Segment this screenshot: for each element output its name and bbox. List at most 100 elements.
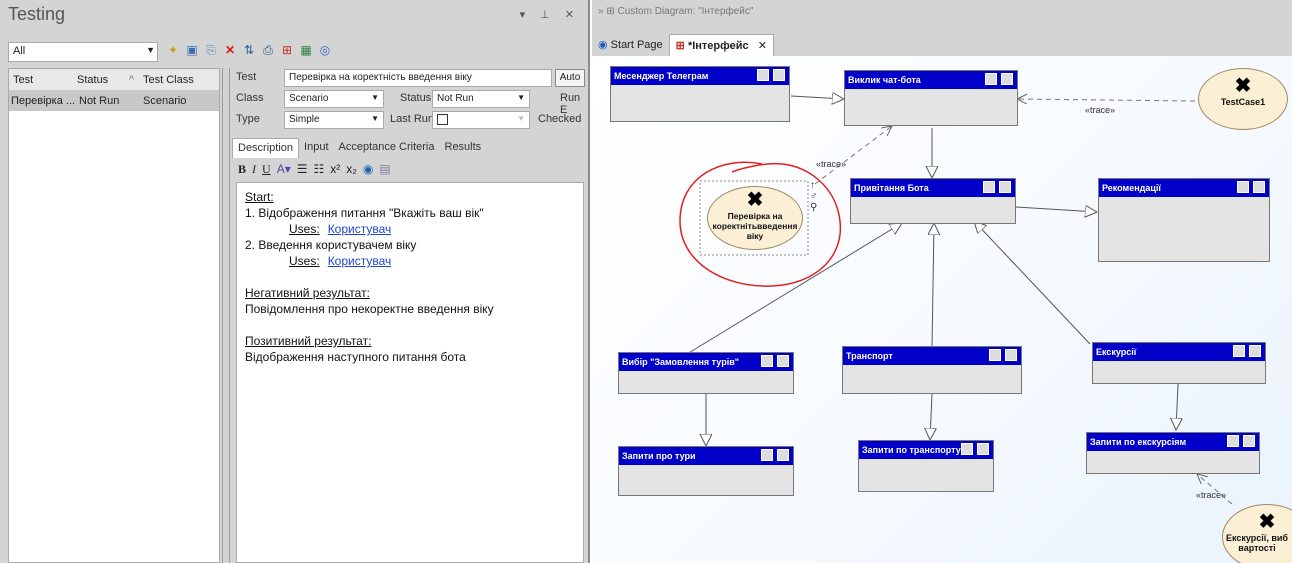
class-excursion-queries[interactable]: Запити по екскурсіям [1086,432,1260,474]
tab-input[interactable]: Input [299,138,333,158]
superscript-button[interactable]: x² [330,162,340,176]
trace-connector[interactable] [1017,99,1196,101]
connector[interactable] [932,223,934,349]
class-button[interactable] [1249,345,1261,357]
testcase-tc1[interactable]: ✖ TestCase1 [1198,68,1288,130]
delete-icon[interactable]: ✕ [222,42,238,58]
last-run-checkbox[interactable] [437,114,448,125]
new-icon[interactable]: ✦ [165,42,181,58]
testcase-icon: ✖ [746,189,764,211]
description-editor[interactable]: Start: 1. Відображення питання "Вкажіть … [236,182,584,563]
class-messenger[interactable]: Месенджер Телеграм [610,66,790,122]
class-button[interactable] [761,355,773,367]
type-label: Type [236,113,260,125]
connector[interactable] [1176,383,1178,430]
diagram-canvas[interactable]: «trace» «trace» «trace» Месенджер Телегр… [592,56,1292,563]
report-icon[interactable]: ▦ [298,42,314,58]
tab-acceptance-criteria[interactable]: Acceptance Criteria [334,138,440,158]
class-recommendations[interactable]: Рекомендації [1098,178,1270,262]
class-select[interactable]: Scenario ▼ [284,90,384,108]
bullet-list-button[interactable]: ☰ [297,162,308,176]
tab-start-page[interactable]: ◉ Start Page [592,34,669,56]
user-link[interactable]: Користувач [328,254,392,268]
testcase-age[interactable]: ✖ Перевірка на коректнітьвведення віку [707,186,803,250]
test-name-input[interactable]: Перевірка на коректність введення віку [284,69,552,87]
tab-description[interactable]: Description [232,138,300,158]
bold-button[interactable]: B [238,162,246,177]
auto-button[interactable]: Auto [555,69,585,87]
sort-icon[interactable]: ⇅ [241,42,257,58]
type-select[interactable]: Simple ▼ [284,111,384,129]
connector[interactable] [1014,207,1097,212]
diagram-icon[interactable]: ⊞ [279,42,295,58]
connector[interactable] [686,223,902,355]
numbered-list-button[interactable]: ☷ [313,162,324,176]
class-button[interactable] [961,443,973,455]
trace-connector[interactable] [814,126,892,185]
font-color-button[interactable]: A▾ [277,162,291,176]
italic-button[interactable]: I [252,162,256,177]
status-select[interactable]: Not Run ▼ [432,90,530,108]
class-header: Вибір "Замовлення турів" [619,353,793,371]
user-link[interactable]: Користувач [328,222,392,236]
positive-text: Відображення наступного питання бота [245,350,466,364]
class-button[interactable] [985,73,997,85]
column-test-class[interactable]: Test Class [143,74,213,86]
class-button[interactable] [989,349,1001,361]
negative-heading: Негативний результат: [245,286,370,300]
testcase-excursions[interactable]: ✖ Екскурсії, виб вартості [1222,504,1292,563]
save-icon[interactable]: ▣ [184,42,200,58]
last-run-picker[interactable]: ▼ [432,111,530,129]
class-button[interactable] [761,449,773,461]
connector[interactable] [790,96,844,99]
testcase-name: TestCase1 [1220,97,1266,107]
testcase-icon: ✖ [1234,75,1252,97]
tab-interface[interactable]: ⊞ *Інтерфейс ✕ [668,34,774,56]
class-button[interactable] [977,443,989,455]
help-icon[interactable]: ◎ [317,42,333,58]
class-header: Месенджер Телеграм [611,67,789,85]
connector[interactable] [974,221,1091,345]
checked-label: Checked [538,113,582,125]
underline-button[interactable]: U [262,162,271,177]
class-transport[interactable]: Транспорт [842,346,1022,394]
class-button[interactable] [1227,435,1239,447]
pane-splitter[interactable] [222,68,230,563]
class-button[interactable] [1233,345,1245,357]
class-tour-queries[interactable]: Запити про тури [618,446,794,496]
hyperlink-button[interactable]: ◉ [363,162,373,176]
print-icon[interactable]: ⎙ [260,42,276,58]
class-greet[interactable]: Привітання Бота [850,178,1016,224]
class-header: Запити про тури [619,447,793,465]
class-button[interactable] [1243,435,1255,447]
close-icon[interactable]: ✕ [758,40,767,52]
column-status[interactable]: Status [77,74,129,86]
class-name: Транспорт [846,351,893,361]
class-tours[interactable]: Вибір "Замовлення турів" [618,352,794,394]
class-button[interactable] [983,181,995,193]
connector[interactable] [930,393,932,440]
filter-select[interactable]: All ▼ [8,42,158,62]
class-button[interactable] [1237,181,1249,193]
class-button[interactable] [777,449,789,461]
class-button[interactable] [999,181,1011,193]
copy-icon[interactable]: ⎘ [203,42,219,58]
class-button[interactable] [1005,349,1017,361]
subscript-button[interactable]: x₂ [346,162,357,176]
sort-up-icon: ^ [129,73,135,86]
class-call[interactable]: Виклик чат-бота [844,70,1018,126]
class-excursions[interactable]: Екскурсії [1092,342,1266,384]
class-button[interactable] [757,69,769,81]
table-row[interactable]: Перевірка ... Not Run Scenario [9,91,219,111]
class-button[interactable] [1001,73,1013,85]
class-button[interactable] [773,69,785,81]
class-transport-queries[interactable]: Запити по транспорту [858,440,994,492]
class-button[interactable] [777,355,789,367]
class-button[interactable] [1253,181,1265,193]
column-test[interactable]: Test [9,74,77,86]
panel-window-controls[interactable]: ▾ ⊥ ✕ [520,8,580,21]
insert-button[interactable]: ▤ [379,162,390,176]
element-quick-tools[interactable]: ↑ ♂ ⚲ [810,180,818,213]
uses-label: Uses: [289,254,320,268]
tab-results[interactable]: Results [440,138,487,158]
